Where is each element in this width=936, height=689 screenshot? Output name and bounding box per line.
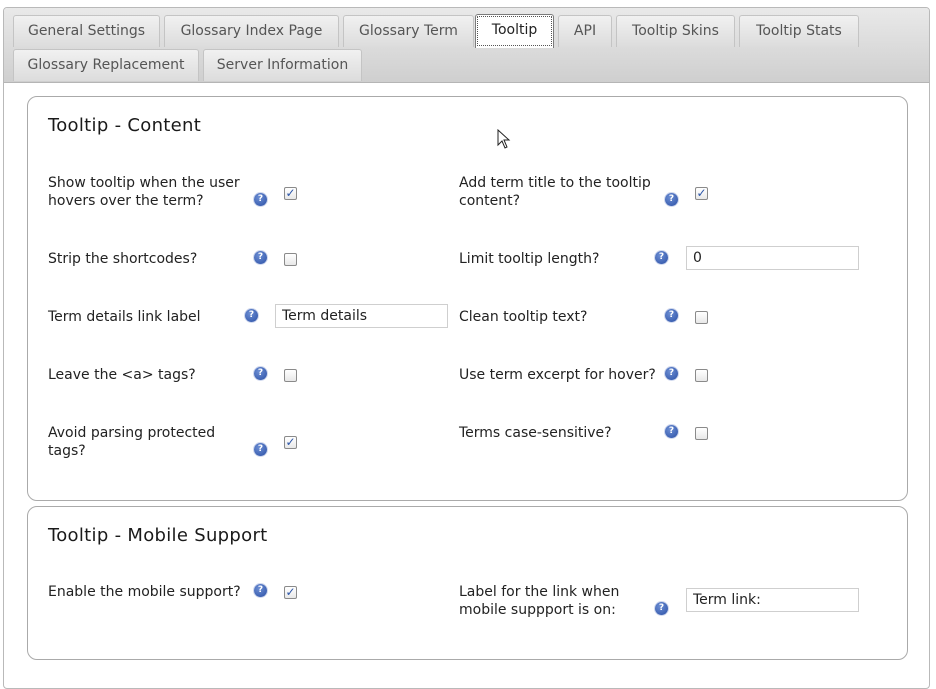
avoid-parsing-protected-checkbox[interactable]: ✓ bbox=[284, 436, 297, 449]
field-label-avoid-parsing-protected: Avoid parsing protected tags? bbox=[48, 425, 216, 459]
mouse-pointer-icon bbox=[497, 129, 511, 149]
show-tooltip-checkbox[interactable]: ✓ bbox=[284, 187, 297, 200]
check-icon: ✓ bbox=[285, 585, 296, 599]
help-icon[interactable]: ? bbox=[254, 251, 267, 264]
tab-tooltip-stats[interactable]: Tooltip Stats bbox=[739, 15, 859, 47]
section-title: Tooltip - Mobile Support bbox=[48, 525, 268, 546]
help-icon[interactable]: ? bbox=[254, 193, 267, 206]
tab-general-settings[interactable]: General Settings bbox=[13, 15, 160, 47]
section-title: Tooltip - Content bbox=[48, 115, 202, 136]
tab-glossary-index-page[interactable]: Glossary Index Page bbox=[164, 15, 339, 47]
field-label-enable-mobile-support: Enable the mobile support? bbox=[48, 584, 241, 600]
help-icon[interactable]: ? bbox=[254, 367, 267, 380]
tab-tooltip[interactable]: Tooltip bbox=[475, 14, 554, 48]
field-label-term-details-link: Term details link label bbox=[48, 309, 201, 325]
use-term-excerpt-checkbox[interactable] bbox=[695, 369, 708, 382]
help-icon[interactable]: ? bbox=[655, 602, 668, 615]
check-icon: ✓ bbox=[696, 186, 707, 200]
help-icon[interactable]: ? bbox=[245, 309, 258, 322]
add-term-title-checkbox[interactable]: ✓ bbox=[695, 187, 708, 200]
terms-case-sensitive-checkbox[interactable] bbox=[695, 427, 708, 440]
leave-a-tags-checkbox[interactable] bbox=[284, 369, 297, 382]
clean-tooltip-text-checkbox[interactable] bbox=[695, 311, 708, 324]
mobile-link-label-input[interactable] bbox=[686, 588, 859, 612]
check-icon: ✓ bbox=[285, 435, 296, 449]
help-icon[interactable]: ? bbox=[665, 425, 678, 438]
strip-shortcodes-checkbox[interactable] bbox=[284, 253, 297, 266]
tab-bar: General Settings Glossary Index Page Glo… bbox=[4, 8, 929, 83]
field-label-mobile-link-label: Label for the link when mobile suppport i… bbox=[459, 584, 620, 618]
field-label-strip-shortcodes: Strip the shortcodes? bbox=[48, 251, 198, 267]
term-details-link-label-input[interactable] bbox=[275, 304, 448, 328]
help-icon[interactable]: ? bbox=[665, 193, 678, 206]
tab-tooltip-skins[interactable]: Tooltip Skins bbox=[616, 15, 735, 47]
help-icon[interactable]: ? bbox=[665, 367, 678, 380]
help-icon[interactable]: ? bbox=[665, 309, 678, 322]
check-icon: ✓ bbox=[285, 186, 296, 200]
field-label-terms-case-sensitive: Terms case-sensitive? bbox=[459, 425, 612, 441]
field-label-add-term-title: Add term title to the tooltip content? bbox=[459, 175, 651, 209]
help-icon[interactable]: ? bbox=[254, 443, 267, 456]
tab-server-information[interactable]: Server Information bbox=[203, 49, 362, 81]
field-label-leave-a-tags: Leave the <a> tags? bbox=[48, 367, 196, 383]
limit-tooltip-length-input[interactable] bbox=[686, 246, 859, 270]
help-icon[interactable]: ? bbox=[254, 584, 267, 597]
field-label-clean-tooltip-text: Clean tooltip text? bbox=[459, 309, 588, 325]
enable-mobile-support-checkbox[interactable]: ✓ bbox=[284, 586, 297, 599]
field-label-show-tooltip: Show tooltip when the user hovers over th… bbox=[48, 175, 240, 209]
field-label-limit-tooltip-length: Limit tooltip length? bbox=[459, 251, 600, 267]
tab-glossary-term[interactable]: Glossary Term bbox=[343, 15, 474, 47]
field-label-use-term-excerpt: Use term excerpt for hover? bbox=[459, 367, 656, 383]
help-icon[interactable]: ? bbox=[655, 251, 668, 264]
tab-glossary-replacement[interactable]: Glossary Replacement bbox=[13, 49, 199, 81]
tab-api[interactable]: API bbox=[558, 15, 612, 47]
